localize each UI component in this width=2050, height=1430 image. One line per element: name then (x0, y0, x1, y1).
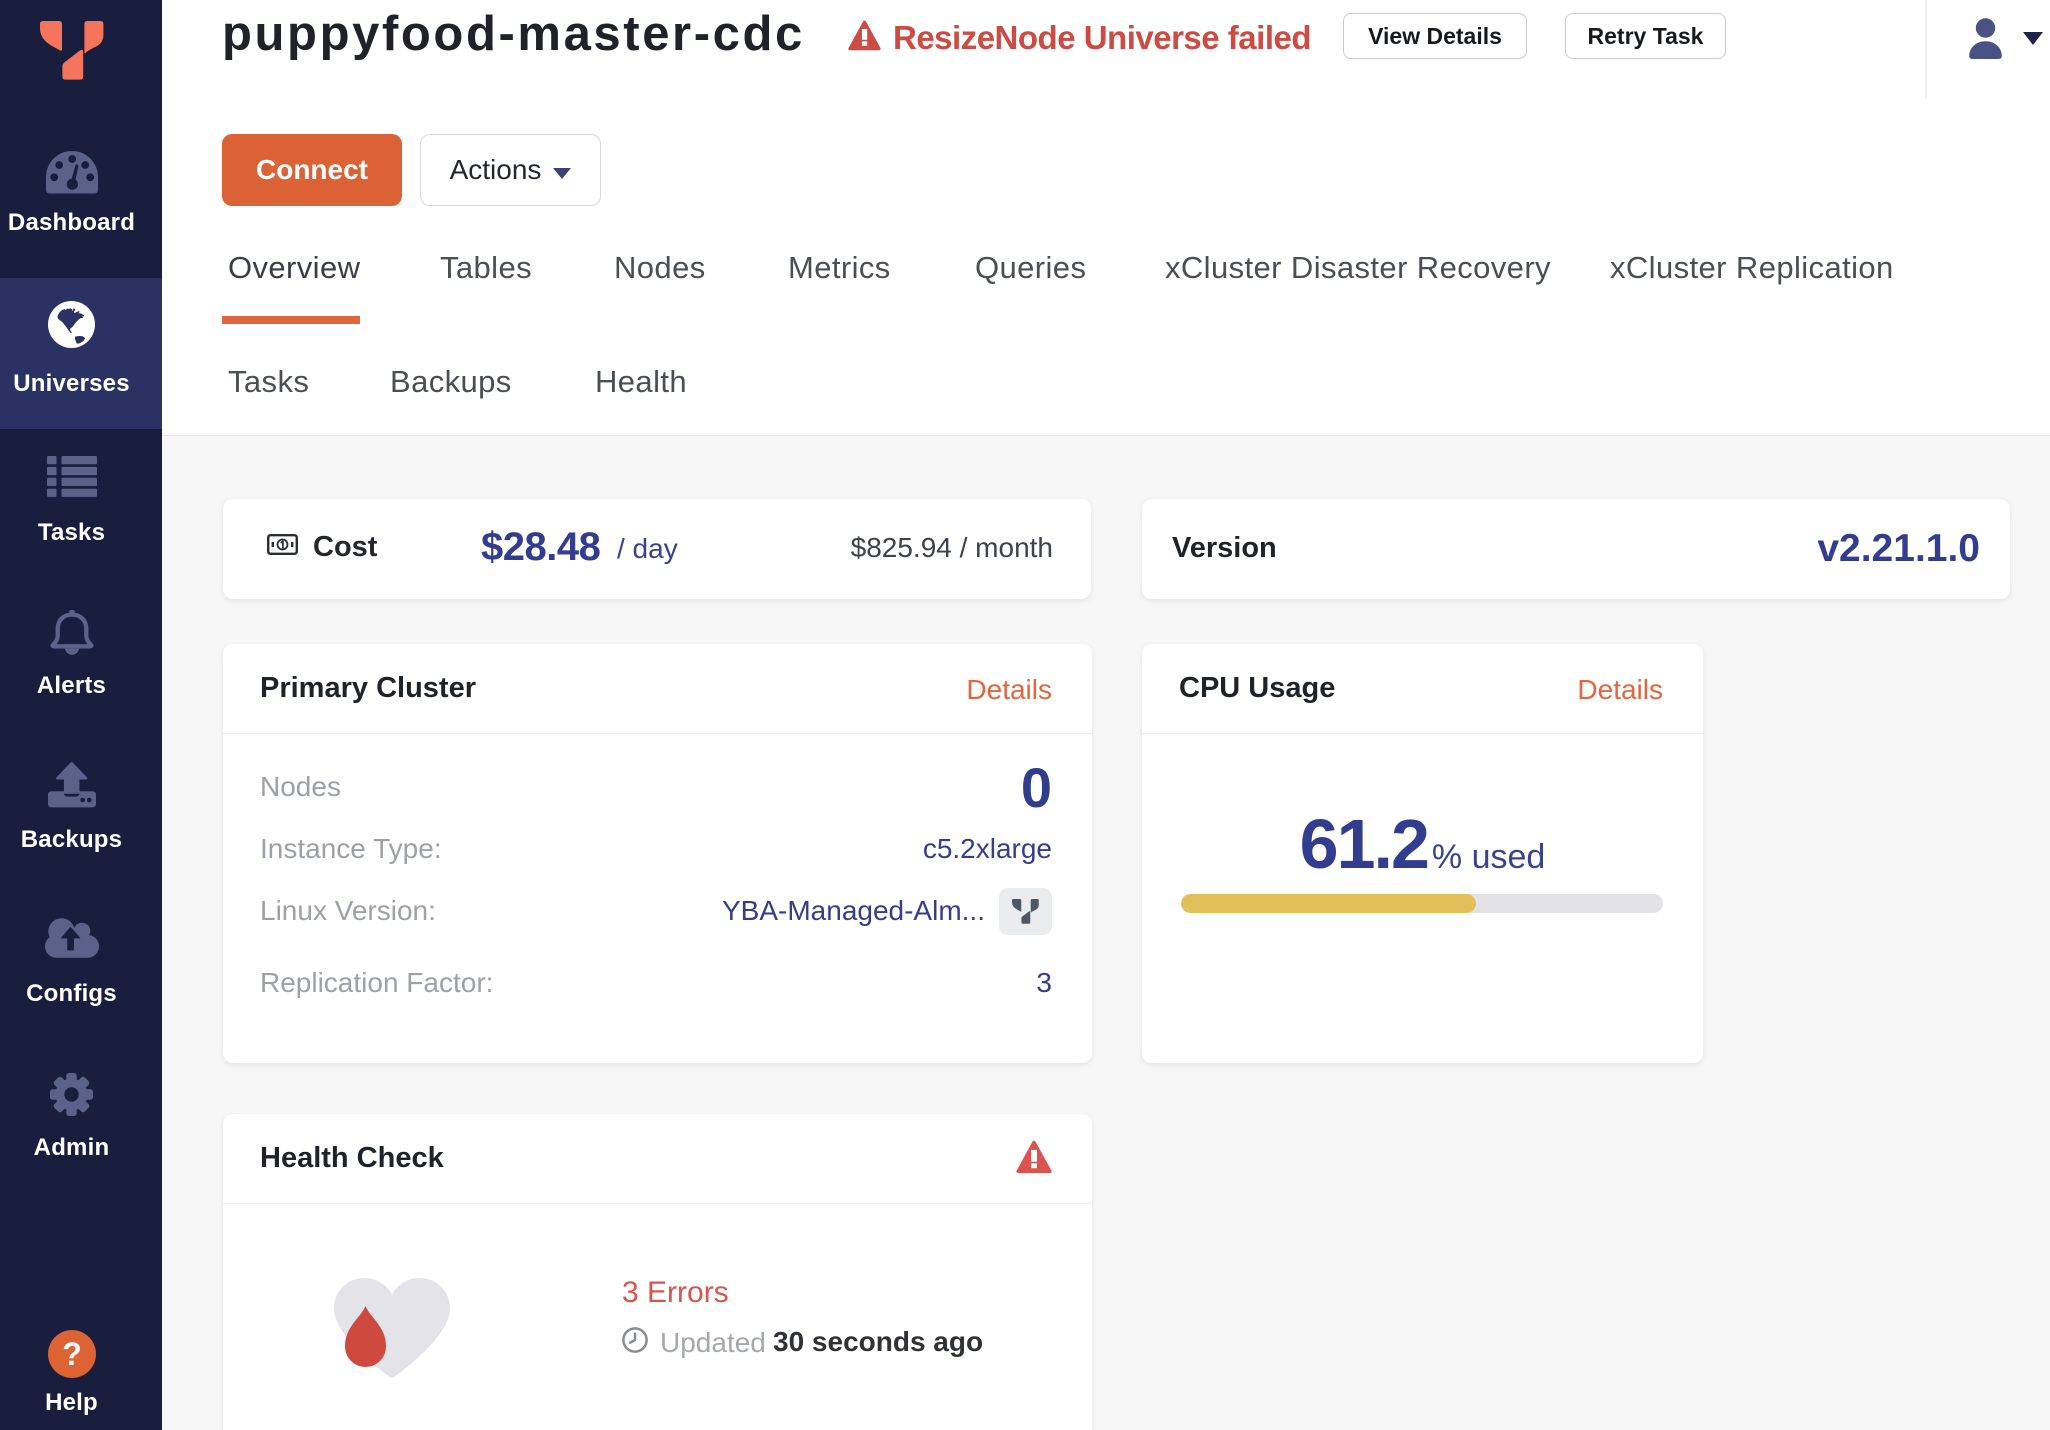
tab-metrics[interactable]: Metrics (788, 250, 891, 286)
sidebar-item-label: Backups (0, 826, 143, 854)
actions-label: Actions (450, 154, 542, 185)
sidebar-item-label: Universes (0, 370, 143, 398)
header-divider (1925, 0, 1927, 98)
sidebar-item-help[interactable]: ? Help (0, 1330, 162, 1417)
sidebar-item-label: Help (0, 1389, 143, 1417)
gauge-icon (46, 151, 98, 194)
version-card: Version v2.21.1.0 (1142, 499, 2010, 599)
cpu-progress-track (1181, 894, 1663, 913)
row-instance-type: Instance Type: c5.2xlarge (260, 818, 1052, 880)
tab-xcluster-disaster-recovery[interactable]: xCluster Disaster Recovery (1165, 250, 1551, 286)
row-label: Replication Factor: (260, 967, 493, 999)
globe-icon (48, 301, 95, 348)
sidebar-item-label: Configs (0, 980, 143, 1008)
clock-icon (622, 1327, 648, 1353)
cpu-usage-card: CPU Usage Details 61.2% used (1142, 644, 1703, 1063)
cost-per-month: $825.94 / month (851, 532, 1053, 564)
sidebar-item-universes[interactable]: Universes (0, 278, 162, 429)
tab-xcluster-replication[interactable]: xCluster Replication (1610, 250, 1894, 286)
tab-overview[interactable]: Overview (228, 250, 360, 286)
page-title: puppyfood-master-cdc (222, 6, 805, 62)
health-check-title: Health Check (260, 1142, 444, 1175)
row-label: Nodes (260, 771, 341, 803)
tab-tables[interactable]: Tables (440, 250, 532, 286)
nodes-count: 0 (1021, 755, 1052, 820)
heart-drop-icon (334, 1278, 450, 1379)
primary-cluster-title: Primary Cluster (260, 672, 476, 705)
topbar: puppyfood-master-cdc ResizeNode Universe… (162, 0, 2050, 100)
user-menu-caret-icon[interactable] (2023, 32, 2043, 45)
cpu-progress-fill (1181, 894, 1476, 913)
sidebar-item-tasks[interactable]: Tasks (0, 456, 162, 547)
main-area: puppyfood-master-cdc ResizeNode Universe… (162, 0, 2050, 1430)
sidebar-item-admin[interactable]: Admin (0, 1072, 162, 1162)
list-icon (47, 456, 97, 497)
cost-card: Cost $28.48 / day $825.94 / month (223, 499, 1091, 599)
sidebar-item-dashboard[interactable]: Dashboard (0, 151, 162, 237)
health-errors-link[interactable]: 3 Errors (622, 1276, 729, 1310)
content-area: Cost $28.48 / day $825.94 / month Versio… (162, 435, 2050, 1430)
user-icon[interactable] (1968, 18, 2003, 59)
money-icon (267, 534, 298, 555)
yugabyte-mark-icon (1012, 899, 1039, 924)
yugabyte-logo-icon (40, 21, 104, 80)
tab-queries[interactable]: Queries (975, 250, 1086, 286)
health-updated-ago: 30 seconds ago (773, 1326, 983, 1358)
primary-cluster-rows: Nodes 0 Instance Type: c5.2xlarge Linux … (260, 756, 1052, 1014)
bell-icon (48, 610, 96, 660)
upload-icon (48, 762, 96, 808)
row-label: Instance Type: (260, 833, 442, 865)
linux-version-wrap: YBA-Managed-Alm... (722, 888, 1052, 935)
svg-text:?: ? (62, 1336, 82, 1372)
primary-cluster-card: Primary Cluster Details Nodes 0 Instance… (223, 644, 1092, 1063)
cpu-percent: 61.2 (1300, 805, 1428, 883)
yba-managed-chip (999, 888, 1052, 935)
connect-button[interactable]: Connect (222, 134, 402, 206)
sidebar-item-configs[interactable]: Configs (0, 918, 162, 1008)
health-check-header: Health Check (223, 1114, 1092, 1204)
gear-icon (49, 1072, 94, 1117)
replication-factor-value: 3 (1036, 967, 1052, 999)
row-linux-version: Linux Version: YBA-Managed-Alm... (260, 880, 1052, 942)
sidebar-item-label: Dashboard (0, 209, 143, 237)
version-label: Version (1172, 532, 1277, 565)
cost-day-unit: / day (617, 533, 678, 565)
warning-icon (848, 20, 881, 51)
chevron-down-icon (553, 168, 571, 179)
actions-button[interactable]: Actions (420, 134, 601, 206)
primary-cluster-details-link[interactable]: Details (966, 674, 1052, 706)
view-details-button[interactable]: View Details (1343, 13, 1527, 59)
row-nodes: Nodes 0 (260, 756, 1052, 818)
primary-cluster-header: Primary Cluster Details (223, 644, 1092, 734)
tab-nodes[interactable]: Nodes (614, 250, 706, 286)
cost-label: Cost (313, 531, 377, 564)
cloud-upload-icon (45, 918, 99, 958)
cpu-details-link[interactable]: Details (1577, 674, 1663, 706)
health-warning-icon (1016, 1140, 1052, 1174)
health-updated-label: Updated (660, 1327, 766, 1359)
cpu-usage-value-wrap: 61.2% used (1142, 804, 1703, 884)
sidebar-item-alerts[interactable]: Alerts (0, 610, 162, 700)
cpu-usage-title: CPU Usage (1179, 672, 1335, 705)
cost-per-day: $28.48 (481, 525, 600, 570)
tab-backups[interactable]: Backups (390, 364, 512, 400)
linux-version-value: YBA-Managed-Alm... (722, 895, 985, 927)
row-label: Linux Version: (260, 895, 436, 927)
sidebar-item-label: Tasks (0, 519, 143, 547)
cpu-percent-unit: % used (1432, 838, 1545, 876)
sidebar-item-label: Admin (0, 1134, 143, 1162)
tab-tasks[interactable]: Tasks (228, 364, 309, 400)
row-replication-factor: Replication Factor: 3 (260, 952, 1052, 1014)
cpu-usage-header: CPU Usage Details (1142, 644, 1703, 734)
task-error-text: ResizeNode Universe failed (893, 19, 1311, 57)
instance-type-value: c5.2xlarge (923, 833, 1052, 865)
retry-task-button[interactable]: Retry Task (1565, 13, 1726, 59)
version-value: v2.21.1.0 (1817, 527, 1980, 571)
tab-health[interactable]: Health (595, 364, 687, 400)
sidebar: Dashboard Universes Tasks (0, 0, 162, 1430)
sidebar-item-backups[interactable]: Backups (0, 762, 162, 854)
sidebar-item-label: Alerts (0, 672, 143, 700)
question-icon: ? (48, 1330, 96, 1378)
health-check-card: Health Check 3 Errors Updated 30 seconds… (223, 1114, 1092, 1430)
